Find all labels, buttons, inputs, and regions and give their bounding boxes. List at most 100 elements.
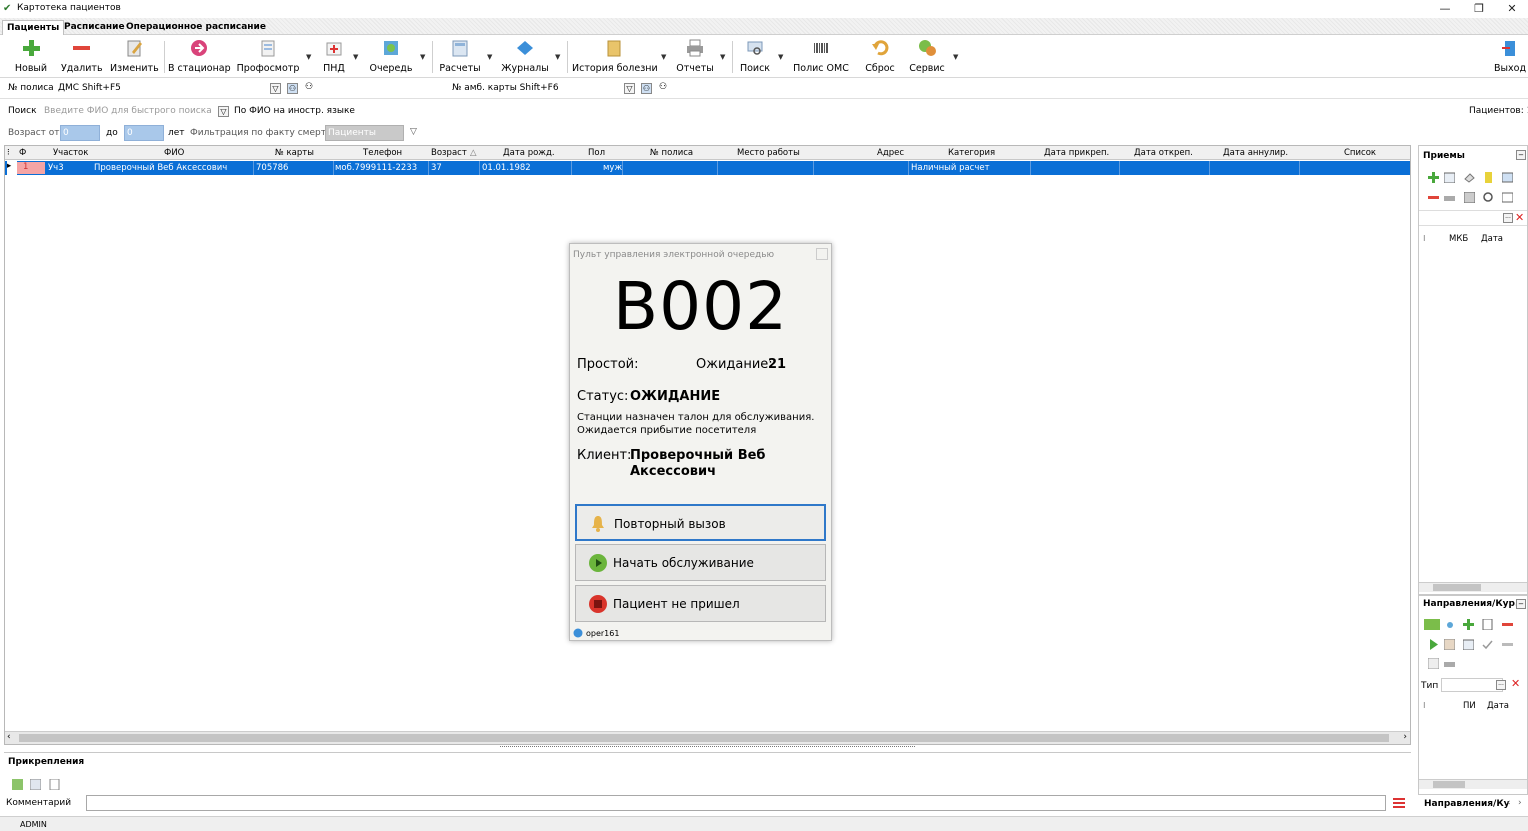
col-address[interactable]: Адрес xyxy=(877,148,904,158)
calendar-icon[interactable] xyxy=(1444,172,1455,183)
comment-input[interactable] xyxy=(86,795,1386,811)
col-phone[interactable]: Телефон xyxy=(363,148,402,158)
exit-button[interactable]: Выход xyxy=(1494,38,1526,76)
col-section[interactable]: Участок xyxy=(53,148,88,158)
money-icon[interactable] xyxy=(1483,172,1494,183)
directions-tab-left-icon[interactable]: ‹ xyxy=(1507,798,1511,808)
copy-icon[interactable] xyxy=(1444,639,1455,650)
refresh-icon[interactable] xyxy=(1424,619,1440,630)
quick-search-input[interactable]: Введите ФИО для быстрого поиска xyxy=(44,106,212,116)
calendar2-icon[interactable] xyxy=(1463,639,1474,650)
recall-button[interactable]: Повторный вызов xyxy=(575,504,826,541)
directions-hscroll[interactable] xyxy=(1419,779,1527,789)
binoculars-alt-icon[interactable]: ⚇ xyxy=(305,82,313,92)
window-icon[interactable] xyxy=(1502,192,1513,203)
calculations-button[interactable]: Расчеты xyxy=(438,38,482,76)
directions-scroll-thumb[interactable] xyxy=(1433,781,1465,788)
death-filter-icon[interactable]: ▽ xyxy=(410,127,417,137)
search-button[interactable]: Поиск xyxy=(737,38,773,76)
attach-document-icon[interactable] xyxy=(49,779,60,790)
delete-button[interactable]: Удалить xyxy=(61,38,103,76)
card-filter-icon[interactable]: ▽ xyxy=(624,83,635,94)
collapse-icon[interactable]: − xyxy=(1516,150,1526,160)
restore-button[interactable]: ❐ xyxy=(1464,1,1494,16)
card-number-input[interactable]: № амб. карты Shift+F6 xyxy=(452,83,559,93)
link-icon[interactable] xyxy=(1502,639,1513,650)
col-name[interactable]: ФИО xyxy=(164,148,184,158)
filter-icon[interactable]: ▽ xyxy=(270,83,281,94)
help-icon[interactable] xyxy=(1428,658,1439,669)
clear-icon[interactable]: ✕ xyxy=(1515,211,1524,224)
col-visit-date[interactable]: Дата xyxy=(1481,234,1503,244)
col-cancel-date[interactable]: Дата аннулир. xyxy=(1223,148,1288,158)
type-input[interactable] xyxy=(1441,678,1503,692)
directions-collapse-icon[interactable]: − xyxy=(1516,599,1526,609)
visits-scroll-thumb[interactable] xyxy=(1433,584,1481,591)
play-icon[interactable] xyxy=(1428,639,1439,650)
col-category[interactable]: Категория xyxy=(948,148,995,158)
age-from-input[interactable]: 0 xyxy=(60,125,100,141)
pnd-dropdown-icon[interactable]: ▼ xyxy=(353,53,358,61)
print2-icon[interactable] xyxy=(1444,658,1455,669)
col-dob[interactable]: Дата рожд. xyxy=(503,148,555,158)
splitter-handle[interactable] xyxy=(500,746,915,749)
journals-button[interactable]: Журналы xyxy=(500,38,550,76)
minimize-button[interactable]: — xyxy=(1430,1,1460,16)
foreign-name-checkbox[interactable]: ▽ xyxy=(218,106,229,117)
col-policy[interactable]: № полиса xyxy=(650,148,693,158)
add-visit-icon[interactable] xyxy=(1428,172,1439,183)
remove-visit-icon[interactable] xyxy=(1428,192,1439,203)
scroll-right-icon[interactable]: › xyxy=(1403,732,1407,742)
print-icon[interactable] xyxy=(1444,192,1455,203)
check-icon[interactable] xyxy=(1482,639,1493,650)
tab-patients[interactable]: Пациенты xyxy=(2,20,65,35)
search-dropdown-icon[interactable]: ▼ xyxy=(778,53,783,61)
col-mkb[interactable]: МКБ xyxy=(1449,234,1468,244)
visits-hscroll[interactable] xyxy=(1419,582,1527,592)
scroll-left-icon[interactable]: ‹ xyxy=(7,732,11,742)
type-ellipsis-icon[interactable]: ··· xyxy=(1496,680,1506,690)
ellipsis-icon[interactable]: ··· xyxy=(1503,213,1513,223)
col-detach-date[interactable]: Дата откреп. xyxy=(1134,148,1193,158)
directions-tab[interactable]: Направления/Ку xyxy=(1424,799,1510,809)
reports-button[interactable]: Отчеты xyxy=(674,38,716,76)
history-dropdown-icon[interactable]: ▼ xyxy=(661,53,666,61)
dot-icon[interactable] xyxy=(1446,621,1454,629)
type-clear-icon[interactable]: ✕ xyxy=(1511,677,1520,690)
tab-operation-schedule[interactable]: Операционное расписание xyxy=(122,20,270,35)
col-card[interactable]: № карты xyxy=(275,148,314,158)
no-show-button[interactable]: Пациент не пришел xyxy=(575,585,826,622)
eraser-icon[interactable] xyxy=(1464,172,1475,183)
hospital-button[interactable]: В стационар xyxy=(168,38,231,76)
age-to-input[interactable]: 0 xyxy=(124,125,164,141)
visits-column-chooser-icon[interactable]: ⁝ xyxy=(1423,234,1426,243)
checkup-dropdown-icon[interactable]: ▼ xyxy=(306,53,311,61)
queue-dropdown-icon[interactable]: ▼ xyxy=(420,53,425,61)
col-sex[interactable]: Пол xyxy=(588,148,605,158)
calculations-dropdown-icon[interactable]: ▼ xyxy=(487,53,492,61)
dialog-close-button[interactable] xyxy=(816,248,828,260)
start-service-button[interactable]: Начать обслуживание xyxy=(575,544,826,581)
scrollbar-thumb[interactable] xyxy=(19,734,1389,742)
edit-button[interactable]: Изменить xyxy=(110,38,159,76)
col-direction-date[interactable]: Дата xyxy=(1487,701,1509,711)
column-chooser-icon[interactable]: ⁝ xyxy=(7,148,10,158)
attach-edit-icon[interactable] xyxy=(30,779,41,790)
reset-button[interactable]: Сброс xyxy=(862,38,898,76)
reports-dropdown-icon[interactable]: ▼ xyxy=(720,53,725,61)
document-icon[interactable] xyxy=(1482,619,1493,630)
checkup-button[interactable]: Профосмотр xyxy=(236,38,300,76)
col-age[interactable]: Возраст xyxy=(431,148,467,158)
col-workplace[interactable]: Место работы xyxy=(737,148,800,158)
binoculars-icon[interactable]: ⚇ xyxy=(287,83,298,94)
col-pi[interactable]: ПИ xyxy=(1463,701,1476,711)
queue-button[interactable]: Очередь xyxy=(368,38,414,76)
close-button[interactable]: ✕ xyxy=(1497,1,1527,16)
journals-dropdown-icon[interactable]: ▼ xyxy=(555,53,560,61)
table-row[interactable]: ▸ 1 Уч3 Проверочный Веб Аксессович 70578… xyxy=(5,161,1410,175)
new-button[interactable]: Новый xyxy=(12,38,50,76)
grid-icon[interactable] xyxy=(1502,172,1513,183)
oms-policy-button[interactable]: Полис ОМС xyxy=(790,38,852,76)
col-f[interactable]: Ф xyxy=(19,148,26,158)
remove-direction-icon[interactable] xyxy=(1502,619,1513,630)
